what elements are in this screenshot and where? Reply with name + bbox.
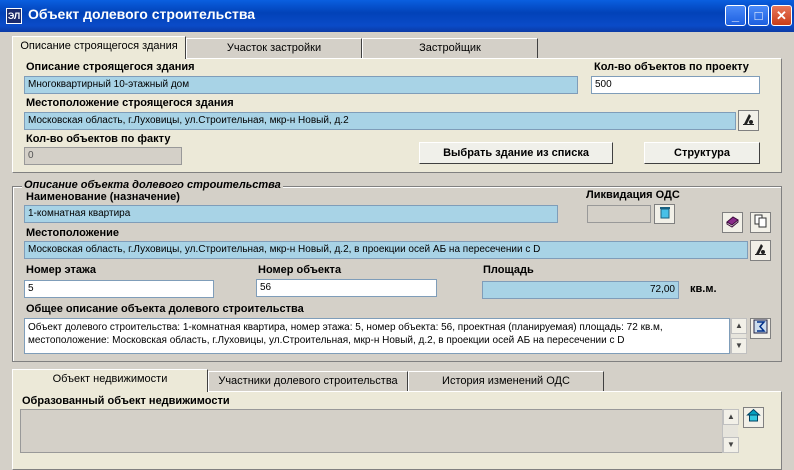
object-location-label: Местоположение (26, 227, 120, 239)
object-number-field[interactable]: 56 (256, 279, 437, 297)
realty-object-label: Образованный объект недвижимости (22, 395, 230, 407)
maximize-button[interactable]: □ (748, 5, 769, 26)
select-building-button[interactable]: Выбрать здание из списка (419, 142, 613, 164)
book-icon[interactable] (722, 212, 743, 233)
count-by-fact-field: 0 (24, 147, 182, 165)
count-by-project-field[interactable]: 500 (591, 76, 760, 94)
realty-object-field[interactable] (20, 409, 723, 453)
tab-developer[interactable]: Застройщик (362, 38, 538, 58)
structure-button[interactable]: Структура (644, 142, 760, 164)
scroll-up-icon[interactable]: ▲ (731, 318, 747, 334)
area-field[interactable]: 72,00 (482, 281, 679, 299)
building-location-label: Местоположение строящегося здания (26, 97, 234, 109)
sum-icon[interactable] (750, 318, 771, 339)
object-group-title: Описание объекта долевого строительства (22, 179, 283, 191)
general-description-label: Общее описание объекта долевого строител… (26, 303, 304, 315)
window-title: Объект долевого строительства (28, 6, 256, 22)
general-description-scrollbar[interactable]: ▲ ▼ (730, 318, 747, 354)
tab-change-history[interactable]: История изменений ОДС (408, 371, 604, 391)
tab-building-description[interactable]: Описание строящегося здания (12, 36, 186, 59)
scroll-down-icon[interactable]: ▼ (731, 338, 747, 354)
copy-icon[interactable] (750, 212, 771, 233)
area-unit: кв.м. (690, 283, 717, 295)
building-description-field[interactable]: Многоквартирный 10-этажный дом (24, 76, 578, 94)
app-icon: ЭЛ (6, 8, 22, 24)
trash-icon[interactable] (654, 204, 675, 224)
count-by-fact-label: Кол-во объектов по факту (26, 133, 171, 145)
object-location-field[interactable]: Московская область, г.Луховицы, ул.Строи… (24, 241, 748, 259)
minimize-button[interactable]: _ (725, 5, 746, 26)
realty-scrollbar[interactable]: ▲ ▼ (722, 409, 739, 453)
realty-scroll-up-icon[interactable]: ▲ (723, 409, 739, 425)
floor-number-field[interactable]: 5 (24, 280, 214, 298)
area-label: Площадь (483, 264, 534, 276)
building-location-field[interactable]: Московская область, г.Луховицы, ул.Строи… (24, 112, 736, 130)
liquidation-field[interactable] (587, 205, 651, 223)
tab-participants[interactable]: Участники долевого строительства (208, 371, 408, 391)
object-name-label: Наименование (назначение) (26, 191, 180, 203)
home-icon[interactable] (743, 407, 764, 428)
liquidation-label: Ликвидация ОДС (586, 189, 680, 201)
object-name-field[interactable]: 1-комнатная квартира (24, 205, 558, 223)
floor-number-label: Номер этажа (26, 264, 97, 276)
general-description-text[interactable]: Объект долевого строительства: 1-комнатн… (24, 318, 730, 354)
top-tab-strip: Описание строящегося здания Участок заст… (12, 36, 792, 60)
realty-scroll-down-icon[interactable]: ▼ (723, 437, 739, 453)
bottom-tab-strip: Объект недвижимости Участники долевого с… (12, 369, 792, 393)
object-address-picker-icon[interactable] (750, 240, 771, 261)
tab-realty-object[interactable]: Объект недвижимости (12, 369, 208, 392)
tab-construction-site[interactable]: Участок застройки (186, 38, 362, 58)
object-number-label: Номер объекта (258, 264, 342, 276)
count-by-project-label: Кол-во объектов по проекту (594, 61, 749, 73)
address-picker-icon[interactable] (738, 110, 759, 131)
close-button[interactable]: ✕ (771, 5, 792, 26)
building-description-label: Описание строящегося здания (26, 61, 195, 73)
